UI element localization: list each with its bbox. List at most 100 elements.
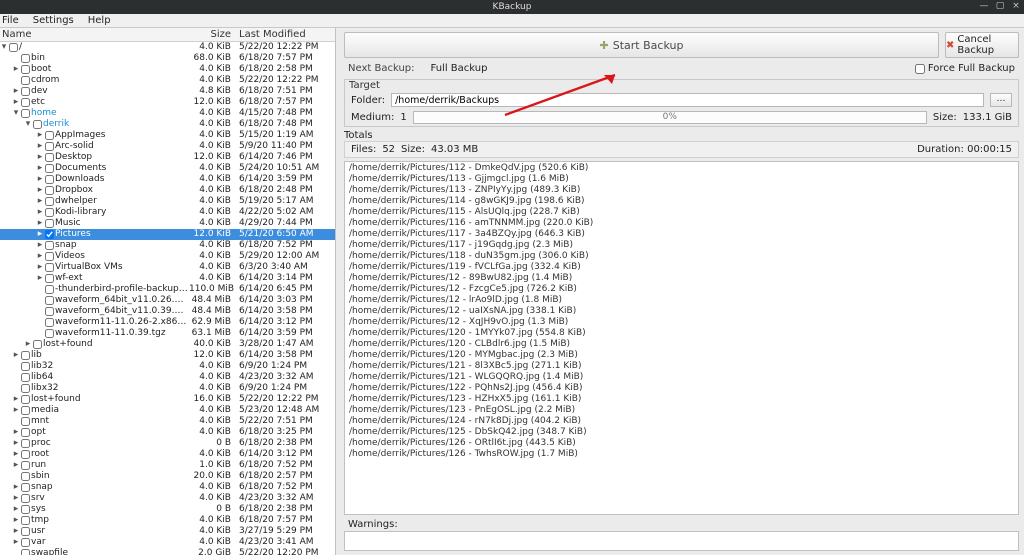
tree-row[interactable]: ▸proc0 B6/18/20 2:38 PM bbox=[0, 438, 335, 449]
tree-row[interactable]: waveform11-11.0.26-2.x86_64.rpm62.9 MiB6… bbox=[0, 317, 335, 328]
tree-row[interactable]: ▸tmp4.0 KiB6/18/20 7:57 PM bbox=[0, 515, 335, 526]
tree-twisty-icon[interactable]: ▸ bbox=[12, 460, 20, 471]
tree-row[interactable]: waveform_64bit_v11.0.26.deb48.4 MiB6/14/… bbox=[0, 295, 335, 306]
tree-row[interactable]: ▸sys0 B6/18/20 2:38 PM bbox=[0, 504, 335, 515]
tree-checkbox[interactable] bbox=[21, 98, 30, 107]
tree-twisty-icon[interactable]: ▸ bbox=[12, 427, 20, 438]
tree-row[interactable]: ▸Videos4.0 KiB5/29/20 12:00 AM bbox=[0, 251, 335, 262]
max-icon[interactable]: ▢ bbox=[995, 1, 1005, 11]
tree-checkbox[interactable] bbox=[21, 65, 30, 74]
log-output[interactable]: /home/derrik/Pictures/112 - DmkeQdV.jpg … bbox=[344, 161, 1019, 515]
tree-row[interactable]: ▸Documents4.0 KiB5/24/20 10:51 AM bbox=[0, 163, 335, 174]
tree-row[interactable]: ▾home4.0 KiB4/15/20 7:48 PM bbox=[0, 108, 335, 119]
tree-row[interactable]: ▸srv4.0 KiB4/23/20 3:32 AM bbox=[0, 493, 335, 504]
folder-browse-button[interactable]: … bbox=[990, 93, 1012, 107]
tree-checkbox[interactable] bbox=[21, 549, 30, 555]
tree-checkbox[interactable] bbox=[21, 516, 30, 525]
tree-row[interactable]: sbin20.0 KiB6/18/20 2:57 PM bbox=[0, 471, 335, 482]
col-name[interactable]: Name bbox=[0, 28, 189, 41]
tree-checkbox[interactable] bbox=[21, 395, 30, 404]
tree-body[interactable]: ▾/4.0 KiB5/22/20 12:22 PMbin68.0 KiB6/18… bbox=[0, 42, 335, 555]
tree-checkbox[interactable] bbox=[45, 164, 54, 173]
tree-row[interactable]: -thunderbird-profile-backup-06_14_2020.t… bbox=[0, 284, 335, 295]
tree-twisty-icon[interactable]: ▸ bbox=[12, 97, 20, 108]
tree-row[interactable]: ▸VirtualBox VMs4.0 KiB6/3/20 3:40 AM bbox=[0, 262, 335, 273]
tree-twisty-icon[interactable]: ▸ bbox=[12, 86, 20, 97]
menu-help[interactable]: Help bbox=[88, 15, 111, 26]
tree-row[interactable]: ▸Downloads4.0 KiB6/14/20 3:59 PM bbox=[0, 174, 335, 185]
tree-twisty-icon[interactable]: ▸ bbox=[12, 526, 20, 537]
tree-twisty-icon[interactable]: ▸ bbox=[36, 174, 44, 185]
tree-checkbox[interactable] bbox=[45, 230, 54, 239]
tree-checkbox[interactable] bbox=[21, 417, 30, 426]
tree-row[interactable]: bin68.0 KiB6/18/20 7:57 PM bbox=[0, 53, 335, 64]
tree-checkbox[interactable] bbox=[21, 76, 30, 85]
tree-checkbox[interactable] bbox=[9, 43, 18, 52]
tree-checkbox[interactable] bbox=[21, 494, 30, 503]
tree-checkbox[interactable] bbox=[21, 450, 30, 459]
tree-twisty-icon[interactable]: ▸ bbox=[12, 493, 20, 504]
tree-row[interactable]: ▸Desktop12.0 KiB6/14/20 7:46 PM bbox=[0, 152, 335, 163]
tree-twisty-icon[interactable]: ▸ bbox=[36, 207, 44, 218]
tree-checkbox[interactable] bbox=[21, 373, 30, 382]
tree-twisty-icon[interactable]: ▸ bbox=[36, 152, 44, 163]
tree-checkbox[interactable] bbox=[21, 439, 30, 448]
tree-checkbox[interactable] bbox=[45, 329, 54, 338]
tree-checkbox[interactable] bbox=[21, 351, 30, 360]
tree-checkbox[interactable] bbox=[45, 142, 54, 151]
tree-twisty-icon[interactable]: ▸ bbox=[36, 240, 44, 251]
tree-row[interactable]: ▸snap4.0 KiB6/18/20 7:52 PM bbox=[0, 482, 335, 493]
tree-checkbox[interactable] bbox=[21, 406, 30, 415]
tree-twisty-icon[interactable]: ▸ bbox=[12, 350, 20, 361]
tree-twisty-icon[interactable]: ▸ bbox=[12, 449, 20, 460]
tree-row[interactable]: ▸etc12.0 KiB6/18/20 7:57 PM bbox=[0, 97, 335, 108]
menu-file[interactable]: File bbox=[2, 15, 19, 26]
tree-checkbox[interactable] bbox=[21, 428, 30, 437]
tree-checkbox[interactable] bbox=[21, 461, 30, 470]
tree-row[interactable]: ▸lib12.0 KiB6/14/20 3:58 PM bbox=[0, 350, 335, 361]
tree-row[interactable]: ▸Dropbox4.0 KiB6/18/20 2:48 PM bbox=[0, 185, 335, 196]
tree-twisty-icon[interactable]: ▸ bbox=[36, 185, 44, 196]
tree-row[interactable]: ▸usr4.0 KiB3/27/19 5:29 PM bbox=[0, 526, 335, 537]
tree-row[interactable]: ▸dwhelper4.0 KiB5/19/20 5:17 AM bbox=[0, 196, 335, 207]
tree-checkbox[interactable] bbox=[21, 362, 30, 371]
tree-checkbox[interactable] bbox=[45, 219, 54, 228]
tree-checkbox[interactable] bbox=[45, 186, 54, 195]
tree-checkbox[interactable] bbox=[21, 384, 30, 393]
tree-row[interactable]: ▸snap4.0 KiB6/18/20 7:52 PM bbox=[0, 240, 335, 251]
cancel-backup-button[interactable]: ✖ Cancel Backup bbox=[945, 32, 1019, 58]
tree-twisty-icon[interactable]: ▸ bbox=[36, 251, 44, 262]
tree-twisty-icon[interactable]: ▸ bbox=[12, 482, 20, 493]
tree-row[interactable]: lib324.0 KiB6/9/20 1:24 PM bbox=[0, 361, 335, 372]
min-icon[interactable]: — bbox=[979, 1, 989, 11]
tree-row[interactable]: ▸AppImages4.0 KiB5/15/20 1:19 AM bbox=[0, 130, 335, 141]
tree-row[interactable]: ▸opt4.0 KiB6/18/20 3:25 PM bbox=[0, 427, 335, 438]
tree-checkbox[interactable] bbox=[45, 252, 54, 261]
tree-row[interactable]: ▸wf-ext4.0 KiB6/14/20 3:14 PM bbox=[0, 273, 335, 284]
col-date[interactable]: Last Modified bbox=[237, 29, 335, 40]
tree-checkbox[interactable] bbox=[45, 208, 54, 217]
tree-row[interactable]: ▾/4.0 KiB5/22/20 12:22 PM bbox=[0, 42, 335, 53]
tree-twisty-icon[interactable]: ▸ bbox=[12, 504, 20, 515]
tree-row[interactable]: ▸dev4.8 KiB6/18/20 7:51 PM bbox=[0, 86, 335, 97]
tree-row[interactable]: ▸root4.0 KiB6/14/20 3:12 PM bbox=[0, 449, 335, 460]
tree-row[interactable]: lib644.0 KiB4/23/20 3:32 AM bbox=[0, 372, 335, 383]
tree-row[interactable]: cdrom4.0 KiB5/22/20 12:22 PM bbox=[0, 75, 335, 86]
tree-checkbox[interactable] bbox=[45, 296, 54, 305]
tree-twisty-icon[interactable]: ▸ bbox=[12, 537, 20, 548]
start-backup-button[interactable]: ✚ Start Backup bbox=[344, 32, 939, 58]
tree-checkbox[interactable] bbox=[21, 109, 30, 118]
tree-twisty-icon[interactable]: ▸ bbox=[36, 273, 44, 284]
tree-twisty-icon[interactable]: ▸ bbox=[36, 196, 44, 207]
tree-checkbox[interactable] bbox=[21, 483, 30, 492]
tree-row[interactable]: ▸Kodi-library4.0 KiB4/22/20 5:02 AM bbox=[0, 207, 335, 218]
tree-row[interactable]: ▸boot4.0 KiB6/18/20 2:58 PM bbox=[0, 64, 335, 75]
force-full-checkbox[interactable] bbox=[915, 64, 925, 74]
tree-row[interactable]: mnt4.0 KiB5/22/20 7:51 PM bbox=[0, 416, 335, 427]
tree-twisty-icon[interactable]: ▸ bbox=[36, 141, 44, 152]
folder-input[interactable] bbox=[391, 93, 984, 107]
tree-twisty-icon[interactable]: ▸ bbox=[12, 64, 20, 75]
tree-twisty-icon[interactable]: ▸ bbox=[12, 515, 20, 526]
tree-twisty-icon[interactable]: ▸ bbox=[36, 229, 44, 240]
tree-checkbox[interactable] bbox=[45, 263, 54, 272]
